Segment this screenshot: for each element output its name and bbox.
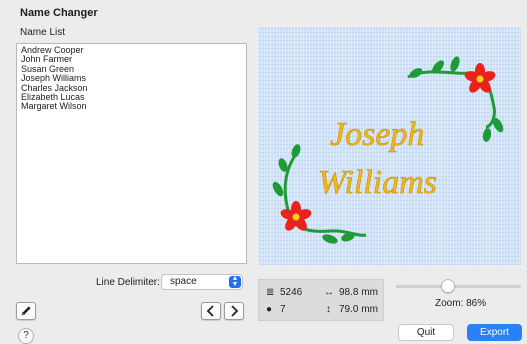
design-stats-panel: ≣ 5246 ↔ 98.8 mm ● 7 ↕ 79.0 mm xyxy=(258,279,384,321)
preview-name-line2: Williams xyxy=(318,164,437,201)
leaf xyxy=(450,56,460,72)
flower-bottom xyxy=(280,201,312,231)
leaf xyxy=(482,128,492,142)
chevron-left-icon xyxy=(206,305,214,317)
updown-chevron-icon: ▲ ▼ xyxy=(229,275,241,288)
width-arrow-icon: ↔ xyxy=(324,287,334,298)
leaf xyxy=(322,234,338,244)
chevron-right-icon xyxy=(231,305,239,317)
palette-icon: ● xyxy=(266,304,273,315)
design-width: 98.8 mm xyxy=(339,287,378,298)
design-height: 79.0 mm xyxy=(339,304,378,315)
preview-name-line1: Joseph xyxy=(330,116,424,153)
previous-name-button[interactable] xyxy=(201,302,221,320)
preview-canvas: Joseph Williams xyxy=(272,56,504,244)
leaf xyxy=(272,181,284,197)
stitch-count: 5246 xyxy=(280,287,303,298)
export-button[interactable]: Export xyxy=(467,324,522,341)
line-delimiter-value: space xyxy=(170,276,197,287)
height-arrow-icon: ↕ xyxy=(326,304,331,315)
name-list-label: Name List xyxy=(20,27,66,38)
edit-button[interactable] xyxy=(16,302,36,320)
quit-button[interactable]: Quit xyxy=(398,324,454,341)
pencil-icon xyxy=(21,306,31,316)
line-delimiter-select[interactable]: space ▲ ▼ xyxy=(161,274,243,290)
zoom-slider-knob[interactable] xyxy=(441,279,455,293)
flower-top xyxy=(464,63,496,93)
window-title: Name Changer xyxy=(20,7,98,19)
leaf xyxy=(409,68,423,78)
name-list-textarea[interactable]: Andrew Cooper John Farmer Susan Green Jo… xyxy=(16,43,247,264)
color-count: 7 xyxy=(280,304,286,315)
line-delimiter-label: Line Delimiter: xyxy=(96,277,160,288)
stitch-count-icon: ≣ xyxy=(266,287,275,298)
zoom-label: Zoom: 86% xyxy=(435,298,487,309)
embroidery-preview: Joseph Williams xyxy=(258,27,521,265)
name-list-line: Margaret Wilson xyxy=(21,101,87,112)
leaf xyxy=(291,144,301,158)
next-name-button[interactable] xyxy=(224,302,244,320)
help-button[interactable]: ? xyxy=(18,328,34,344)
zoom-slider-track[interactable] xyxy=(396,285,521,288)
